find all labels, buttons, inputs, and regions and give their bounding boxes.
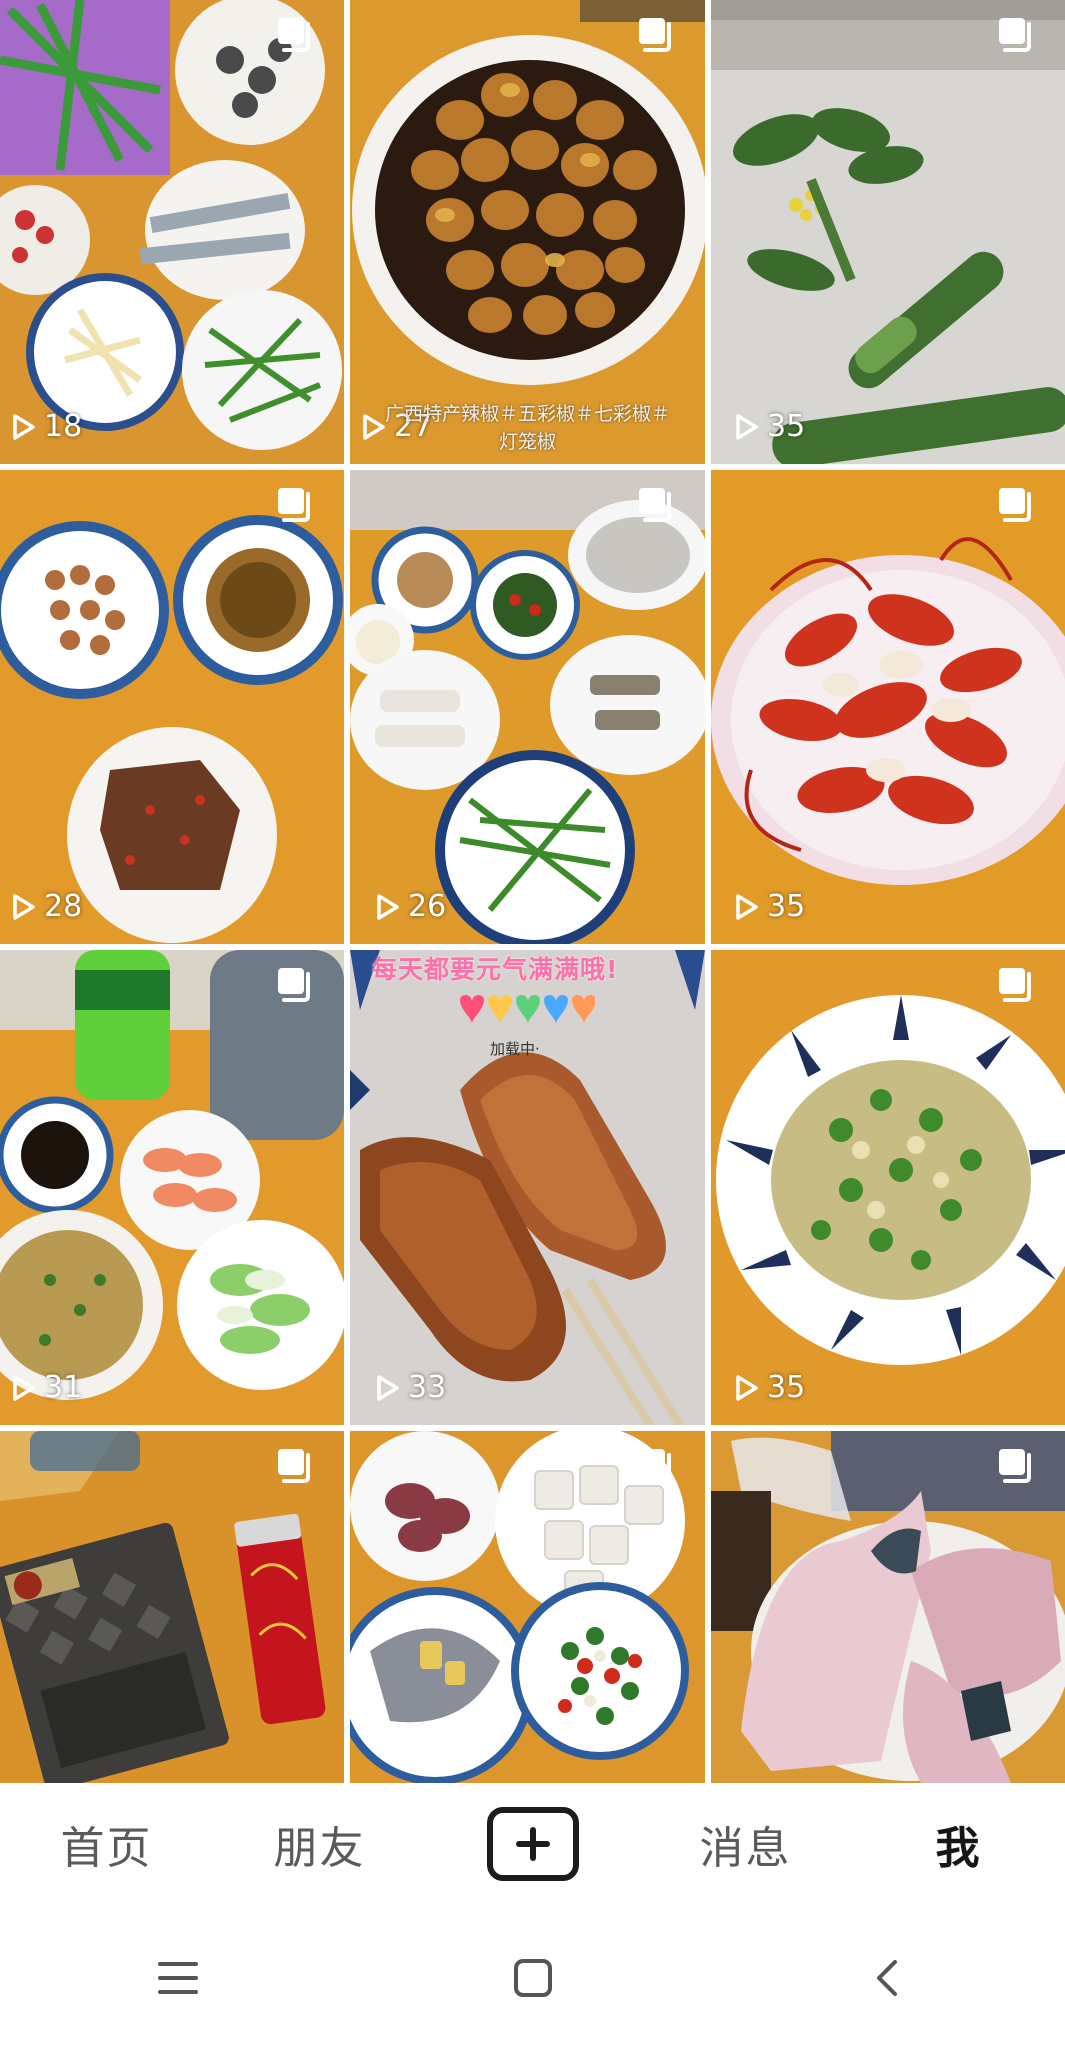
tab-add[interactable] — [426, 1807, 639, 1881]
play-icon — [377, 893, 399, 920]
play-icon — [736, 893, 758, 920]
multi-image-icon — [639, 1449, 671, 1483]
bottom-tab-bar: 首页 朋友 消息 我 — [0, 1784, 1065, 1904]
video-caption: 广西特产辣椒＃五彩椒＃七彩椒＃灯笼椒 — [384, 403, 670, 453]
view-count: 28 — [8, 889, 82, 924]
view-count: 35 — [731, 889, 805, 924]
video-tile-6[interactable]: 35 — [711, 470, 1065, 944]
thumbnail-ingredients-spread — [350, 470, 705, 944]
multi-image-icon — [278, 1449, 310, 1483]
view-count-value: 18 — [44, 409, 83, 444]
play-icon — [736, 1374, 758, 1401]
view-count: 33 — [372, 1370, 446, 1405]
tab-me[interactable]: 我 — [852, 1812, 1065, 1876]
hearts-decoration — [460, 994, 595, 1024]
video-tile-4[interactable]: 28 — [0, 470, 344, 944]
nav-menu-button[interactable] — [148, 1948, 208, 2008]
tab-home[interactable]: 首页 — [0, 1812, 213, 1876]
thumbnail-egg-and-greens — [711, 950, 1065, 1425]
view-count-value: 35 — [767, 1370, 806, 1405]
view-count-value: 35 — [767, 889, 806, 924]
view-count-value: 35 — [767, 409, 806, 444]
view-count: 35 — [731, 409, 805, 444]
video-tile-10[interactable] — [0, 1431, 344, 1783]
video-tile-11[interactable] — [350, 1431, 705, 1783]
view-count-value: 28 — [44, 889, 83, 924]
home-square-icon — [513, 1959, 552, 1997]
play-icon — [13, 893, 35, 920]
video-tile-3[interactable]: 35 — [711, 0, 1065, 464]
view-count-value: 33 — [408, 1370, 447, 1405]
video-grid: 18 27 广西特产辣椒＃五彩椒＃七彩椒＃灯笼椒 35 28 26 35 31 … — [0, 0, 1065, 1784]
nav-home-button[interactable] — [503, 1948, 563, 2008]
video-tile-5[interactable]: 26 — [350, 470, 705, 944]
multi-image-icon — [999, 1449, 1031, 1483]
thumbnail-fish-and-peanuts — [0, 470, 344, 944]
multi-image-icon — [278, 18, 310, 52]
back-icon — [876, 1960, 897, 1996]
play-icon — [736, 413, 758, 440]
multi-image-icon — [999, 18, 1031, 52]
add-button[interactable] — [486, 1807, 579, 1881]
thumbnail-greens-on-table — [711, 0, 1065, 464]
video-tile-7[interactable]: 31 — [0, 950, 344, 1425]
thumbnail-vegetable-prep — [0, 0, 344, 464]
loading-text: 加载中· — [490, 1040, 540, 1058]
view-count-value: 31 — [44, 1370, 83, 1405]
multi-image-icon — [278, 968, 310, 1002]
overlay-slogan: 每天都要元气满满哦! — [372, 955, 619, 984]
view-count: 31 — [8, 1370, 82, 1405]
video-tile-1[interactable]: 18 — [0, 0, 344, 464]
multi-image-icon — [999, 488, 1031, 522]
view-count: 26 — [372, 889, 446, 924]
view-count: 35 — [731, 1370, 805, 1405]
video-tile-12[interactable] — [711, 1431, 1065, 1783]
thumbnail-crayfish-plate — [711, 470, 1065, 944]
plus-icon — [515, 1827, 550, 1861]
system-nav-bar — [0, 1904, 1065, 2052]
video-tile-2[interactable]: 27 广西特产辣椒＃五彩椒＃七彩椒＃灯笼椒 — [350, 0, 705, 464]
tab-messages[interactable]: 消息 — [639, 1812, 852, 1876]
play-icon — [13, 1374, 35, 1401]
nav-back-button[interactable] — [858, 1948, 918, 2008]
multi-image-icon — [639, 488, 671, 522]
view-count-value: 26 — [408, 889, 447, 924]
tab-friends[interactable]: 朋友 — [213, 1812, 426, 1876]
menu-icon — [157, 1962, 198, 1994]
multi-image-icon — [278, 488, 310, 522]
video-tile-9[interactable]: 35 — [711, 950, 1065, 1425]
play-icon — [13, 413, 35, 440]
play-icon — [377, 1374, 399, 1401]
video-tile-8[interactable]: 每天都要元气满满哦! 加载中· 33 — [350, 950, 705, 1425]
thumbnail-shrimp-and-cabbage — [0, 950, 344, 1425]
multi-image-icon — [999, 968, 1031, 1002]
multi-image-icon — [639, 18, 671, 52]
view-count: 18 — [8, 409, 82, 444]
thumbnail-pickled-peppers — [350, 0, 705, 464]
